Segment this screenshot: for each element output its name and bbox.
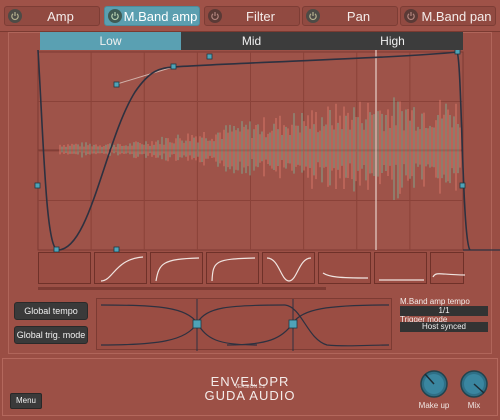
band-selector: Low Mid High — [40, 32, 463, 50]
band-tab-mid[interactable]: Mid — [181, 32, 322, 50]
knob-group — [420, 370, 488, 398]
envelope-node[interactable] — [459, 182, 466, 189]
trigger-mode-selector[interactable]: Host synced — [400, 322, 488, 332]
shape-preset-strip — [38, 252, 465, 286]
shape-preset-slow-decay[interactable] — [374, 252, 427, 284]
makeup-label: Make up — [418, 401, 450, 410]
envelope-node[interactable] — [113, 81, 120, 88]
mix-knob[interactable] — [460, 370, 488, 398]
envelope-node[interactable] — [34, 182, 41, 189]
makeup-knob[interactable] — [420, 370, 448, 398]
shape-preset-dip[interactable] — [262, 252, 315, 284]
tempo-label: M.Band amp tempo — [400, 297, 470, 306]
envelope-node[interactable] — [206, 53, 213, 60]
global-trig-mode-button[interactable]: Global trig. mode — [14, 326, 88, 344]
envelope-node[interactable] — [170, 63, 177, 70]
shape-preset-partial[interactable] — [430, 252, 465, 284]
shape-preset-rise[interactable] — [94, 252, 147, 284]
shape-preset-flat[interactable] — [38, 252, 91, 284]
global-tempo-button[interactable]: Global tempo — [14, 302, 88, 320]
crossover-display[interactable] — [96, 298, 392, 351]
shape-preset-sustain[interactable] — [206, 252, 259, 284]
preset-scrollbar[interactable] — [38, 287, 326, 290]
mix-label: Mix — [467, 401, 481, 410]
shape-preset-decay[interactable] — [318, 252, 371, 284]
shape-preset-fast-attack[interactable] — [150, 252, 203, 284]
band-tab-high[interactable]: High — [322, 32, 463, 50]
band-tab-low[interactable]: Low — [40, 32, 181, 50]
